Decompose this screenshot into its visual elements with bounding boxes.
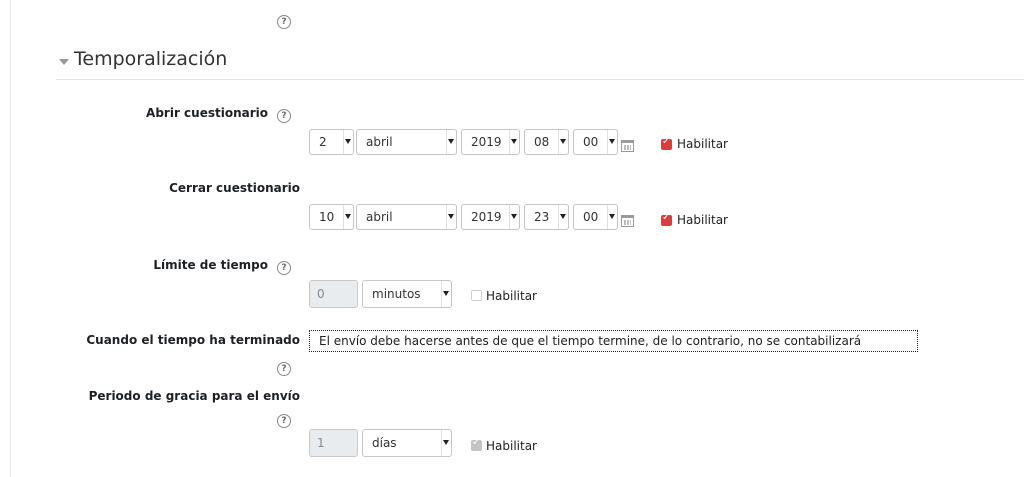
- chevron-down-icon: [448, 139, 454, 144]
- time-limit-unit-select[interactable]: minutos: [362, 280, 452, 308]
- chevron-down-icon: [609, 214, 615, 219]
- open-month-value: abril: [366, 135, 393, 149]
- close-enable-checkbox[interactable]: [661, 212, 672, 226]
- close-year-select[interactable]: 2019: [461, 204, 520, 230]
- time-limit-unit-value: minutos: [372, 287, 421, 301]
- open-quiz-label: Abrir cuestionario: [146, 106, 268, 120]
- chevron-down-icon: [443, 440, 449, 445]
- open-month-select[interactable]: abril: [356, 129, 457, 155]
- open-minute-value: 00: [583, 135, 599, 149]
- when-time-expires-label: Cuando el tiempo ha terminado: [86, 333, 300, 347]
- time-limit-enable-checkbox[interactable]: [471, 290, 482, 301]
- time-limit-input[interactable]: 0: [309, 280, 358, 308]
- chevron-down-icon: [511, 214, 517, 219]
- chevron-down-icon: [511, 139, 517, 144]
- close-minute-value: 00: [583, 210, 599, 224]
- calendar-icon[interactable]: [621, 215, 634, 227]
- chevron-down-icon: [448, 214, 454, 219]
- help-icon[interactable]: ?: [277, 15, 291, 29]
- grace-period-enable-label[interactable]: Habilitar: [486, 439, 537, 453]
- close-year-value: 2019: [471, 210, 502, 224]
- chevron-down-icon: [345, 214, 351, 219]
- chevron-down-icon: [609, 139, 615, 144]
- chevron-down-icon: [560, 214, 566, 219]
- open-enable-label[interactable]: Habilitar: [677, 137, 728, 151]
- help-icon[interactable]: ?: [277, 261, 291, 275]
- time-limit-label: Límite de tiempo: [153, 258, 268, 272]
- close-month-select[interactable]: abril: [356, 204, 457, 230]
- left-border-line: [10, 0, 11, 477]
- when-time-expires-select[interactable]: El envío debe hacerse antes de que el ti…: [309, 330, 918, 352]
- chevron-down-icon: [443, 291, 449, 296]
- close-hour-select[interactable]: 23: [524, 204, 569, 230]
- open-year-select[interactable]: 2019: [461, 129, 520, 155]
- close-enable-label[interactable]: Habilitar: [677, 213, 728, 227]
- when-time-expires-value: El envío debe hacerse antes de que el ti…: [319, 334, 862, 348]
- close-month-value: abril: [366, 210, 393, 224]
- open-enable-checkbox[interactable]: [661, 136, 672, 150]
- help-icon[interactable]: ?: [277, 362, 291, 376]
- chevron-down-icon: [345, 139, 351, 144]
- close-hour-value: 23: [534, 210, 550, 224]
- grace-period-enable-checkbox[interactable]: [471, 437, 482, 451]
- section-title[interactable]: Temporalización: [74, 48, 227, 70]
- close-minute-select[interactable]: 00: [573, 204, 618, 230]
- help-icon[interactable]: ?: [277, 109, 291, 123]
- open-day-value: 2: [319, 135, 327, 149]
- close-day-select[interactable]: 10: [309, 204, 354, 230]
- section-divider: [56, 79, 1024, 80]
- open-minute-select[interactable]: 00: [573, 129, 618, 155]
- open-hour-value: 08: [534, 135, 550, 149]
- chevron-down-icon: [560, 139, 566, 144]
- open-year-value: 2019: [471, 135, 502, 149]
- grace-period-label: Periodo de gracia para el envío: [88, 389, 300, 403]
- time-limit-enable-label[interactable]: Habilitar: [486, 289, 537, 303]
- close-day-value: 10: [319, 210, 335, 224]
- help-icon[interactable]: ?: [277, 414, 291, 428]
- grace-period-unit-value: días: [372, 436, 397, 450]
- grace-period-unit-select[interactable]: días: [362, 429, 452, 457]
- grace-period-input[interactable]: 1: [309, 429, 358, 457]
- close-quiz-label: Cerrar cuestionario: [169, 181, 300, 195]
- open-day-select[interactable]: 2: [309, 129, 354, 155]
- calendar-icon[interactable]: [621, 140, 634, 152]
- open-hour-select[interactable]: 08: [524, 129, 569, 155]
- collapse-triangle-icon[interactable]: [59, 59, 69, 65]
